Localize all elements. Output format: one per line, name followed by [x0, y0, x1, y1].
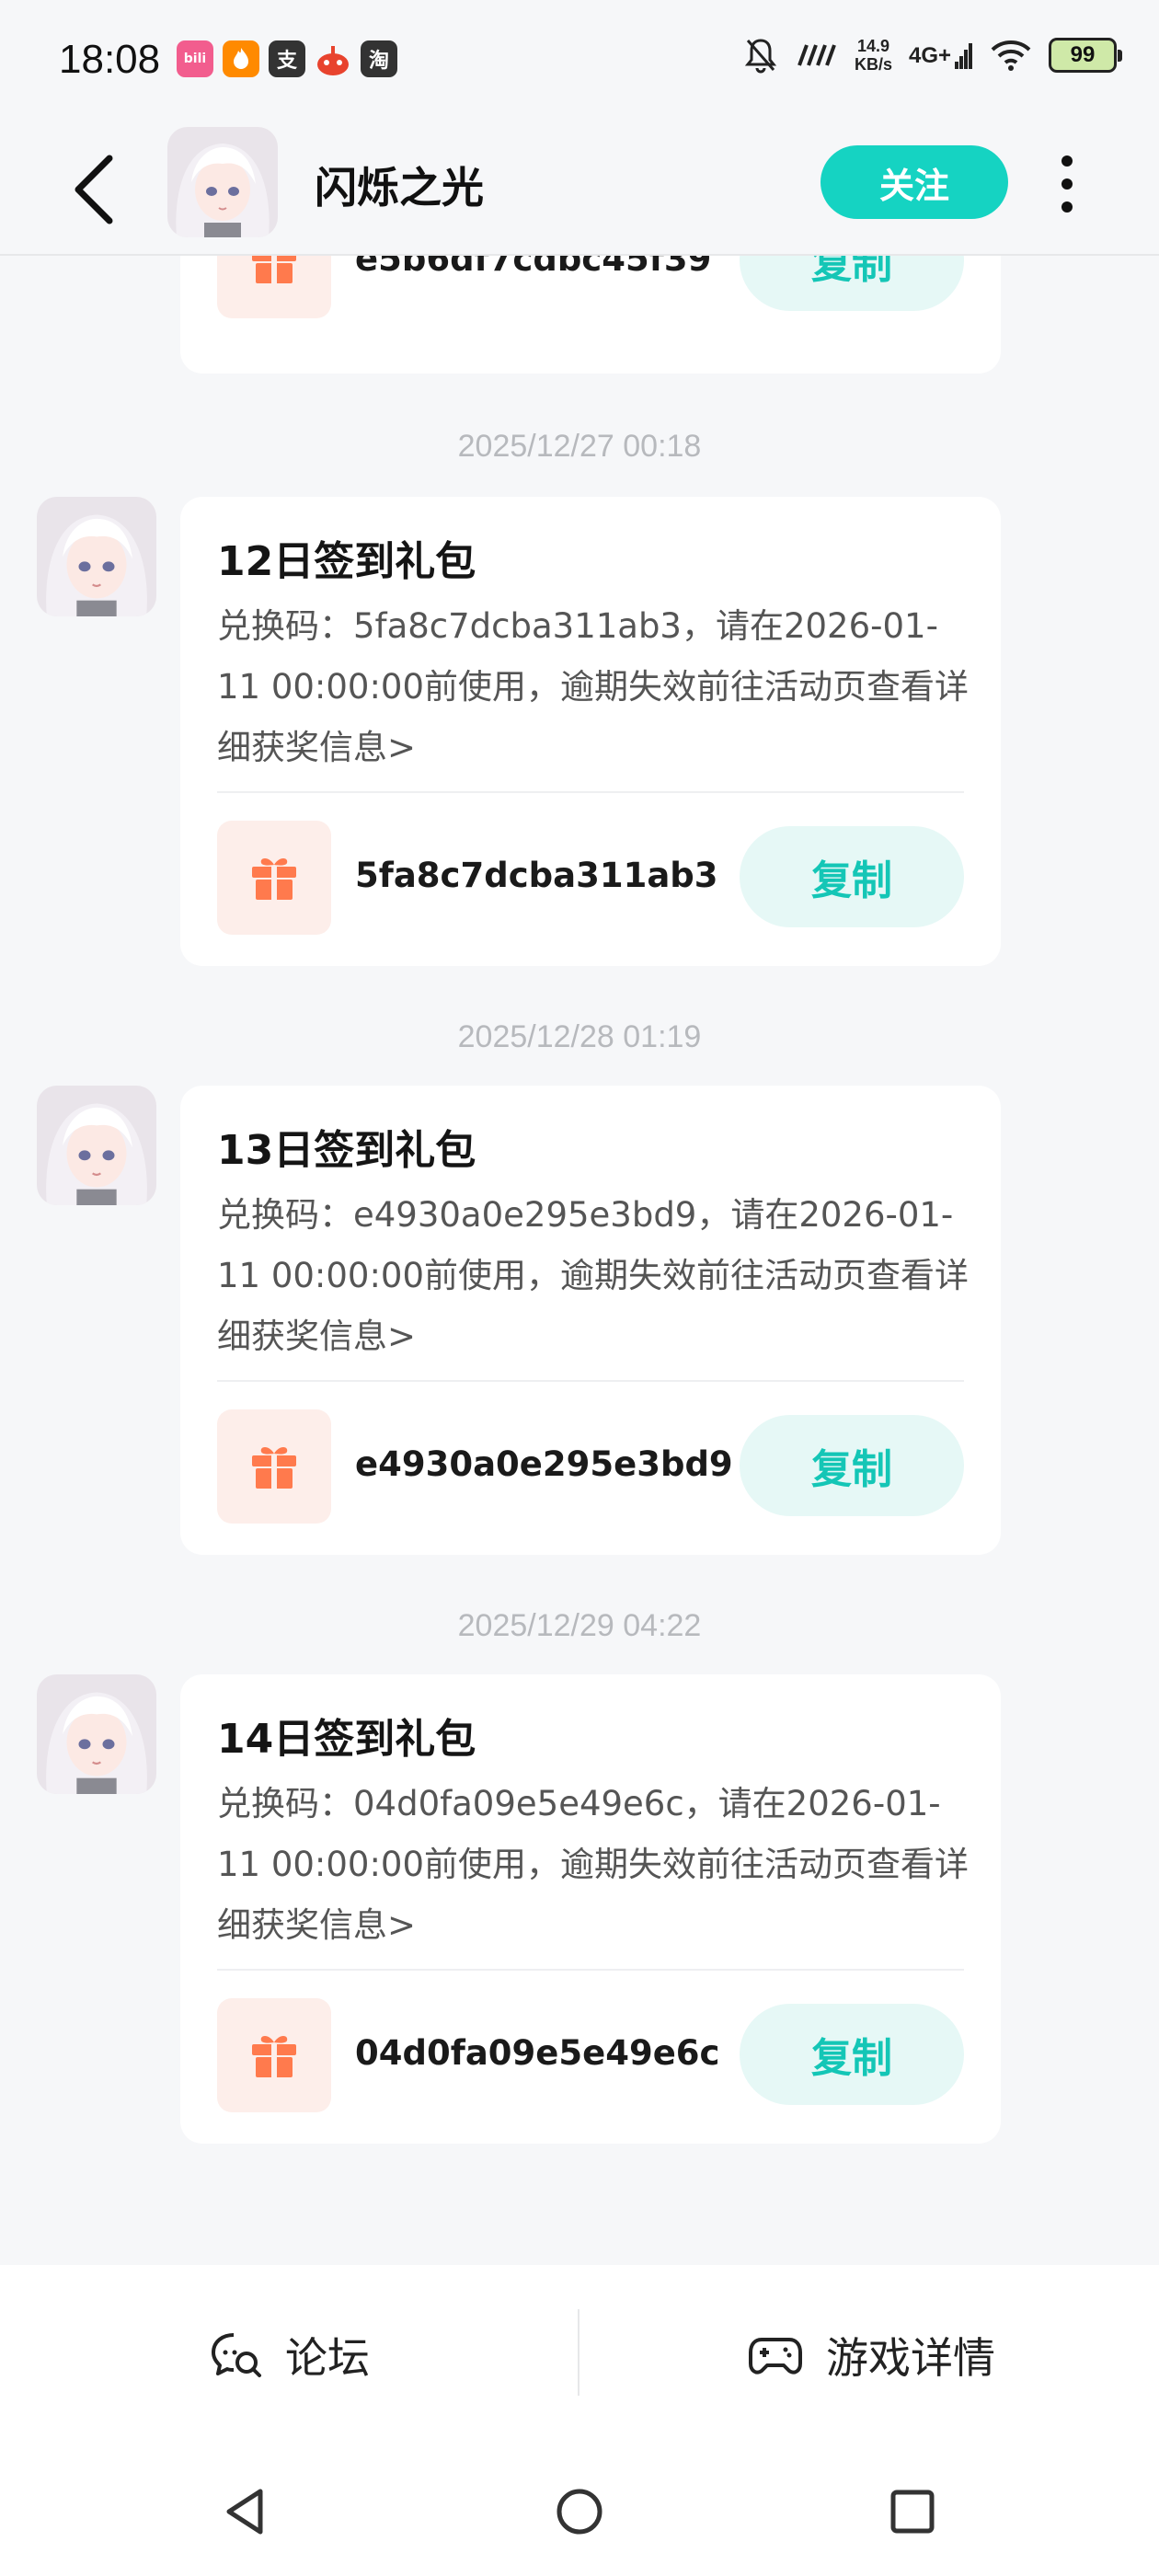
nav-home-button[interactable]: [543, 2475, 616, 2548]
status-indicators: 14.9 KB/s 4G+ 99: [744, 37, 1122, 74]
gift-message-card: 12日签到礼包 兑换码：5fa8c7dcba311ab3，请在2026-01-1…: [180, 497, 1001, 966]
message-description[interactable]: 兑换码：04d0fa09e5e49e6c，请在2026-01-11 00:00:…: [217, 1774, 971, 1956]
message-timestamp: 2025/12/28 01:19: [457, 1019, 702, 1054]
status-time: 18:08: [59, 37, 161, 82]
redeem-code-row: 04d0fa09e5e49e6c 复制: [217, 1998, 964, 2112]
more-options-button[interactable]: [1049, 147, 1085, 221]
alipay-icon: 支: [269, 40, 305, 77]
follow-button[interactable]: 关注: [820, 145, 1008, 219]
gift-message-card: e5b6df7cdbc45f39 复制: [180, 256, 1001, 374]
redeem-code: 04d0fa09e5e49e6c: [355, 2033, 720, 2073]
message-title: 14日签到礼包: [217, 1716, 476, 1763]
back-arrow-icon: [75, 155, 113, 224]
redeem-code: 5fa8c7dcba311ab3: [355, 856, 718, 895]
sender-avatar[interactable]: [37, 1086, 156, 1205]
more-dot-icon: [1061, 178, 1073, 190]
wifi-icon: [991, 40, 1031, 71]
gift-icon: [217, 1409, 331, 1524]
message-timestamp: 2025/12/29 04:22: [457, 1608, 702, 1643]
gift-icon: [217, 1998, 331, 2112]
card-divider: [217, 791, 964, 793]
notification-app-icons: bili 支 淘: [177, 40, 397, 77]
nav-back-button[interactable]: [208, 2475, 281, 2548]
system-nav-bar: [0, 2445, 1159, 2576]
tab-divider: [578, 2309, 580, 2396]
tab-game-details[interactable]: 游戏详情: [747, 2320, 995, 2390]
nav-recents-button[interactable]: [876, 2475, 949, 2548]
taobao-icon: 淘: [361, 40, 397, 77]
page-title: 闪烁之光: [315, 163, 484, 213]
chat-header: 闪烁之光 关注: [0, 120, 1159, 256]
nav-back-icon: [226, 2489, 263, 2535]
gift-icon: [217, 256, 331, 318]
mute-icon: [744, 39, 777, 74]
gift-icon: [217, 821, 331, 935]
game-avatar[interactable]: [167, 127, 278, 237]
more-dot-icon: [1061, 155, 1073, 167]
game-app-icon: [315, 40, 351, 77]
redeem-code-row: 5fa8c7dcba311ab3 复制: [217, 821, 964, 935]
back-button[interactable]: [59, 145, 129, 234]
gift-message-card: 13日签到礼包 兑换码：e4930a0e295e3bd9，请在2026-01-1…: [180, 1086, 1001, 1555]
copy-button[interactable]: 复制: [740, 256, 964, 311]
sender-avatar[interactable]: [37, 1674, 156, 1794]
sender-avatar[interactable]: [37, 497, 156, 616]
tab-game-details-label: 游戏详情: [826, 2333, 995, 2383]
message-description[interactable]: 兑换码：5fa8c7dcba311ab3，请在2026-01-11 00:00:…: [217, 596, 971, 778]
gift-message-card: 14日签到礼包 兑换码：04d0fa09e5e49e6c，请在2026-01-1…: [180, 1674, 1001, 2144]
more-dot-icon: [1061, 201, 1073, 213]
tab-forum[interactable]: 论坛: [210, 2320, 370, 2390]
signal-icon: 4G+: [909, 41, 973, 69]
bilibili-icon: bili: [177, 40, 213, 77]
copy-button[interactable]: 复制: [740, 2004, 964, 2105]
status-bar: 18:08 bili 支 淘 14.9 KB/s 4G+ 99: [0, 0, 1159, 120]
tab-forum-label: 论坛: [285, 2333, 370, 2383]
message-timestamp: 2025/12/27 00:18: [457, 429, 702, 464]
card-divider: [217, 1380, 964, 1382]
redeem-code-row: e5b6df7cdbc45f39 复制: [217, 256, 964, 318]
gamepad-icon: [749, 2338, 802, 2375]
bottom-tab-bar: 论坛 游戏详情: [0, 2265, 1159, 2445]
nav-recents-icon: [890, 2490, 935, 2534]
redeem-code-row: e4930a0e295e3bd9 复制: [217, 1409, 964, 1524]
battery-indicator: 99: [1049, 38, 1122, 73]
message-list[interactable]: e5b6df7cdbc45f39 复制 2025/12/27 00:18 12日…: [0, 256, 1159, 2265]
nav-home-icon: [557, 2489, 602, 2535]
message-title: 13日签到礼包: [217, 1127, 476, 1174]
copy-button[interactable]: 复制: [740, 1415, 964, 1516]
message-description[interactable]: 兑换码：e4930a0e295e3bd9，请在2026-01-11 00:00:…: [217, 1185, 971, 1367]
redeem-code: e4930a0e295e3bd9: [355, 1444, 733, 1484]
flame-app-icon: [223, 40, 259, 77]
net-speed: 14.9 KB/s: [854, 37, 892, 74]
message-title: 12日签到礼包: [217, 538, 476, 585]
copy-button[interactable]: 复制: [740, 826, 964, 927]
forum-icon: [212, 2333, 261, 2377]
hd-network-icon: [798, 44, 836, 66]
redeem-code: e5b6df7cdbc45f39: [355, 256, 712, 279]
card-divider: [217, 1969, 964, 1971]
